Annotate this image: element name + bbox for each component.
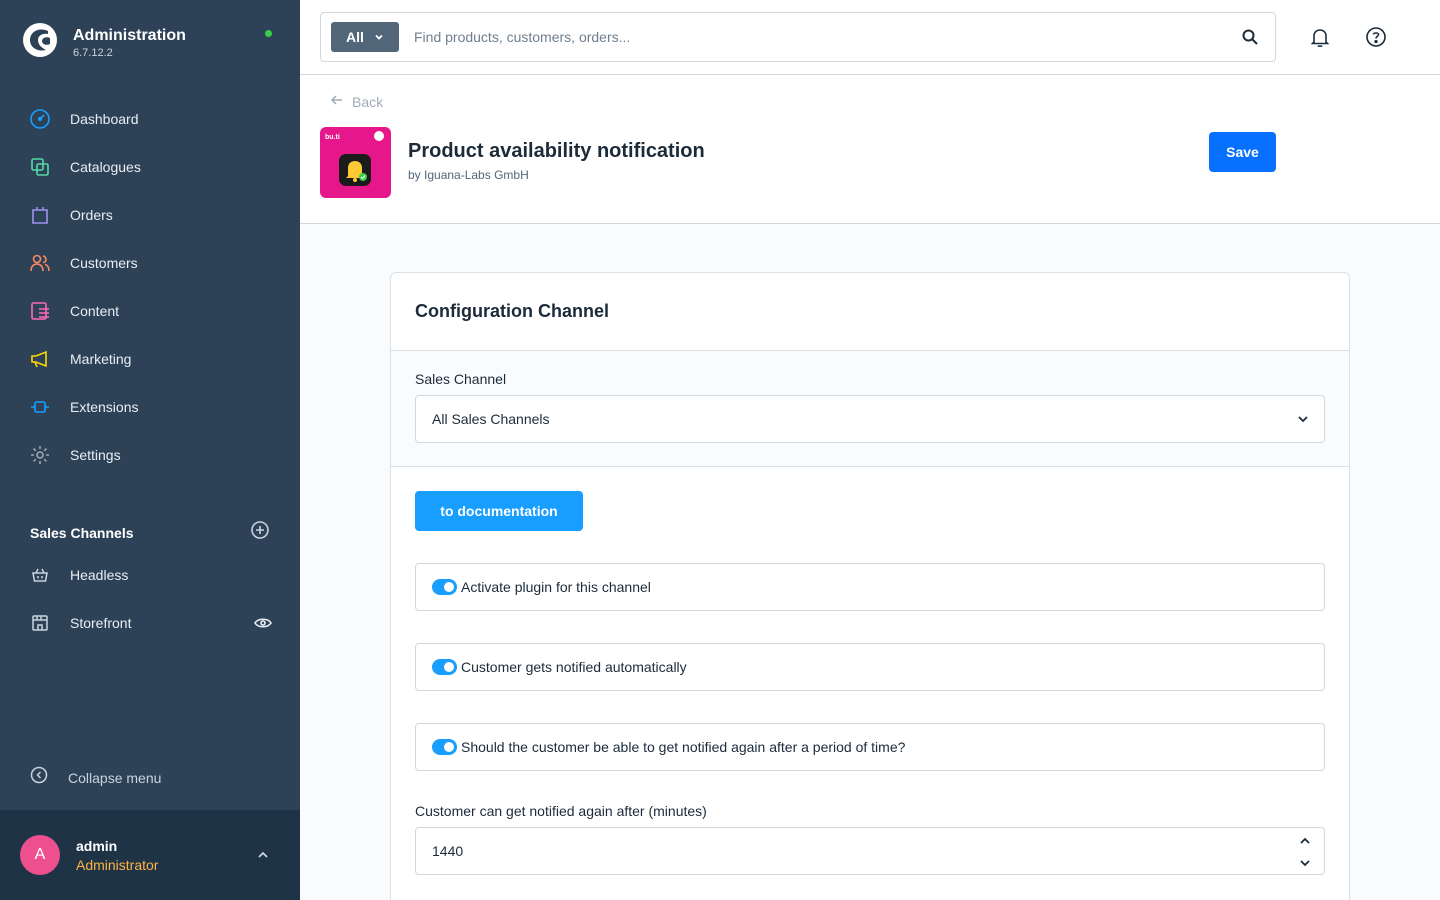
nav-label: Orders xyxy=(70,207,113,223)
toggle-label: Customer gets notified automatically xyxy=(461,659,687,675)
plugin-icon: bu.ti xyxy=(320,127,391,198)
main-nav: Dashboard Catalogues Orders Customers Co… xyxy=(0,95,300,479)
app-version: 6.7.12.2 xyxy=(73,46,113,59)
chevron-up-icon[interactable] xyxy=(1298,834,1312,848)
nav-item-marketing[interactable]: Marketing xyxy=(0,335,300,383)
nav-label: Dashboard xyxy=(70,111,139,127)
sales-channel-list: Headless Storefront xyxy=(0,551,300,647)
card-title: Configuration Channel xyxy=(415,301,609,321)
nav-label: Settings xyxy=(70,447,121,463)
chevron-down-icon xyxy=(1296,412,1310,429)
arrow-left-icon xyxy=(330,93,344,110)
nav-item-content[interactable]: Content xyxy=(0,287,300,335)
basket-icon xyxy=(28,563,52,587)
nav-item-extensions[interactable]: Extensions xyxy=(0,383,300,431)
nav-label: Content xyxy=(70,303,120,319)
documentation-button[interactable]: to documentation xyxy=(415,491,583,531)
user-role: Administrator xyxy=(76,856,159,873)
back-link[interactable]: Back xyxy=(330,93,383,110)
sidebar: Administration 6.7.12.2 Dashboard Catalo… xyxy=(0,0,300,900)
renotify-toggle[interactable] xyxy=(432,739,457,755)
nav-label: Extensions xyxy=(70,399,139,415)
auto-notify-toggle[interactable] xyxy=(432,659,457,675)
settings-icon xyxy=(28,443,52,467)
nav-item-dashboard[interactable]: Dashboard xyxy=(0,95,300,143)
customers-icon xyxy=(28,251,52,275)
nav-label: Marketing xyxy=(70,351,132,367)
add-sales-channel-icon[interactable] xyxy=(250,520,270,545)
status-indicator xyxy=(265,30,272,37)
sales-channel-value: All Sales Channels xyxy=(432,411,550,427)
sales-channel-label: Storefront xyxy=(70,615,132,631)
page-title: Product availability notification xyxy=(408,140,705,162)
user-name: admin xyxy=(76,837,118,854)
sales-channel-headless[interactable]: Headless xyxy=(0,551,300,599)
chevron-left-circle-icon xyxy=(30,766,48,789)
nav-item-orders[interactable]: Orders xyxy=(0,191,300,239)
plugin-icon-badge-text: bu.ti xyxy=(325,134,340,141)
nav-item-customers[interactable]: Customers xyxy=(0,239,300,287)
content-icon xyxy=(28,299,52,323)
search-type-dropdown[interactable]: All xyxy=(331,22,399,52)
search-icon[interactable] xyxy=(1241,28,1259,51)
search-input[interactable] xyxy=(414,29,1214,45)
chevron-down-icon[interactable] xyxy=(1298,856,1312,870)
chevron-down-icon xyxy=(374,29,384,45)
collapse-menu-button[interactable]: Collapse menu xyxy=(30,766,161,789)
plugin-vendor: by Iguana-Labs GmbH xyxy=(408,168,529,182)
chevron-up-icon[interactable] xyxy=(256,848,270,867)
save-button[interactable]: Save xyxy=(1209,132,1276,172)
shopware-logo-icon xyxy=(22,22,58,63)
activate-plugin-toggle[interactable] xyxy=(432,579,457,595)
toggle-row-auto-notify: Customer gets notified automatically xyxy=(415,643,1325,691)
nav-label: Customers xyxy=(70,255,138,271)
sales-channels-title: Sales Channels xyxy=(30,524,134,541)
sales-channel-label: Sales Channel xyxy=(415,371,507,387)
page-header: Back bu.ti Product availability notifica… xyxy=(300,75,1440,224)
eye-icon[interactable] xyxy=(254,614,272,637)
notifications-bell-icon[interactable] xyxy=(1309,26,1331,53)
sales-channel-section: Sales Channel All Sales Channels xyxy=(391,351,1349,467)
orders-icon xyxy=(28,203,52,227)
catalogue-icon xyxy=(28,155,52,179)
configuration-card: Configuration Channel Sales Channel All … xyxy=(390,272,1350,900)
renotify-minutes-value: 1440 xyxy=(432,843,464,859)
global-search: All xyxy=(320,12,1276,62)
storefront-icon xyxy=(28,611,52,635)
brand[interactable]: Administration 6.7.12.2 xyxy=(22,22,186,63)
avatar: A xyxy=(20,835,60,875)
help-icon[interactable] xyxy=(1365,26,1387,53)
toggle-row-activate-plugin: Activate plugin for this channel xyxy=(415,563,1325,611)
renotify-minutes-label: Customer can get notified again after (m… xyxy=(415,803,707,819)
dashboard-icon xyxy=(28,107,52,131)
sales-channel-label: Headless xyxy=(70,567,129,583)
app-title: Administration xyxy=(73,26,186,44)
nav-item-settings[interactable]: Settings xyxy=(0,431,300,479)
back-label: Back xyxy=(352,93,384,110)
toggle-row-renotify: Should the customer be able to get notif… xyxy=(415,723,1325,771)
top-bar: All xyxy=(300,0,1440,75)
sales-channel-storefront[interactable]: Storefront xyxy=(0,599,300,647)
toggle-label: Should the customer be able to get notif… xyxy=(461,739,906,755)
extensions-icon xyxy=(28,395,52,419)
search-type-label: All xyxy=(346,29,364,45)
user-panel[interactable]: A admin Administrator xyxy=(0,810,300,900)
number-stepper xyxy=(1298,834,1312,870)
toggle-label: Activate plugin for this channel xyxy=(461,579,651,595)
nav-item-catalogues[interactable]: Catalogues xyxy=(0,143,300,191)
collapse-menu-label: Collapse menu xyxy=(68,769,162,786)
sales-channel-select[interactable]: All Sales Channels xyxy=(415,395,1325,443)
sales-channels-header: Sales Channels xyxy=(30,520,270,545)
nav-label: Catalogues xyxy=(70,159,141,175)
renotify-minutes-field[interactable]: 1440 xyxy=(415,827,1325,875)
marketing-icon xyxy=(28,347,52,371)
